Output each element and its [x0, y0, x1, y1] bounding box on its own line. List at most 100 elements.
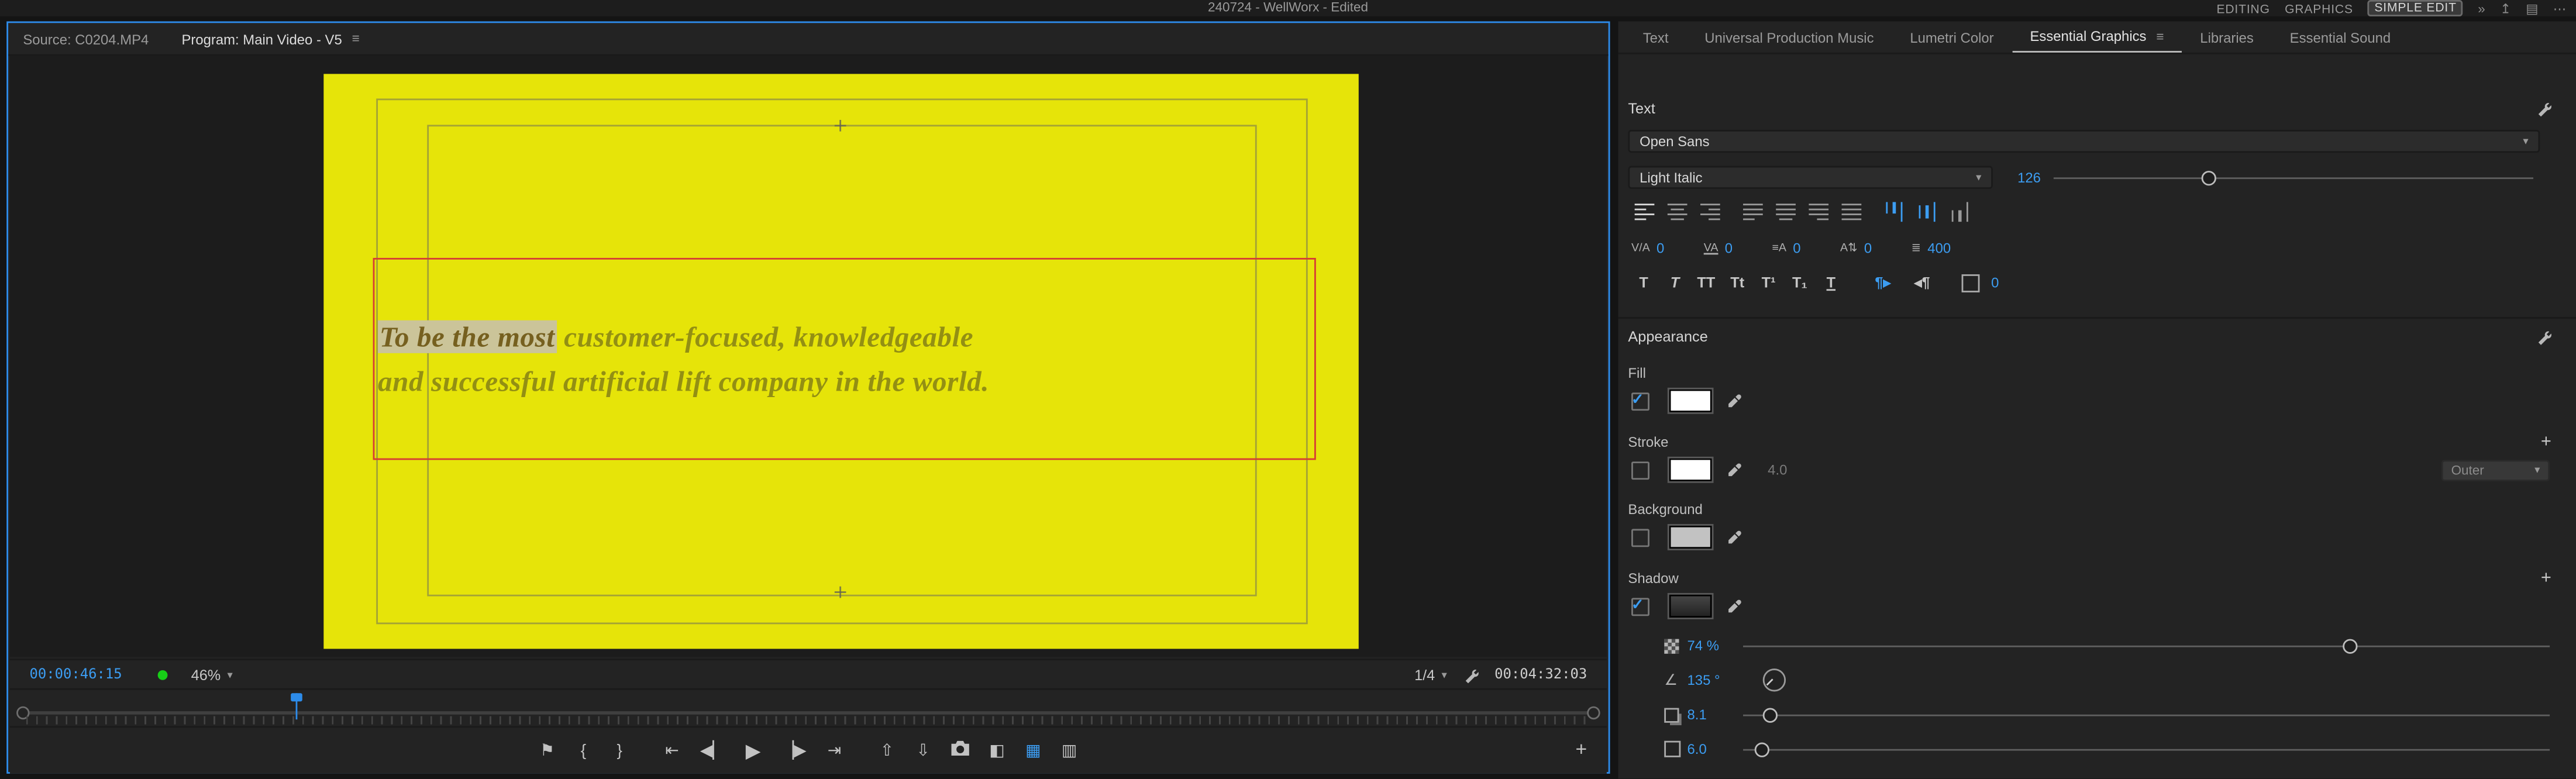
shadow-checkbox[interactable] [1631, 595, 1649, 615]
comparison-view-button[interactable]: ◧ [989, 742, 1005, 760]
shadow-opacity-value[interactable]: 74 % [1688, 637, 1743, 654]
font-weight-value[interactable]: 400 [1927, 240, 1951, 256]
background-checkbox[interactable] [1631, 528, 1649, 546]
selected-text[interactable]: To be the most [378, 320, 557, 353]
baseline-shift-value[interactable]: 0 [1864, 240, 1872, 256]
play-button[interactable]: ▶ [745, 739, 762, 762]
font-size-slider[interactable] [2053, 166, 2534, 189]
font-size-slider-handle[interactable] [2202, 171, 2217, 186]
tracking-control[interactable]: VA 0 [1704, 240, 1733, 256]
kerning-value[interactable]: 0 [1657, 240, 1664, 256]
valign-bottom-icon[interactable] [1951, 202, 1968, 222]
align-left-icon[interactable] [1634, 204, 1655, 220]
video-text[interactable]: To be the most customer-focused, knowled… [378, 315, 989, 404]
workspace-graphics[interactable]: GRAPHICS [2285, 1, 2353, 15]
justify-all-icon[interactable] [1841, 204, 1862, 220]
more-icon[interactable]: ⋯ [2553, 1, 2566, 15]
baseline-shift-control[interactable]: A⇅ 0 [1840, 240, 1872, 256]
zoom-scrollbar[interactable] [26, 711, 1590, 715]
step-back-button[interactable]: ◀▏ [700, 742, 725, 760]
extract-button[interactable]: ⇩ [915, 742, 931, 760]
justify-last-center-icon[interactable] [1776, 204, 1796, 220]
faux-italic-button[interactable]: T [1662, 274, 1687, 291]
add-shadow-button[interactable]: + [2541, 568, 2551, 588]
stroke-type-dropdown[interactable]: Outer ▾ [2441, 459, 2550, 481]
button-editor-button[interactable]: + [1575, 737, 1587, 760]
shadow-size-slider-handle[interactable] [1754, 742, 1769, 757]
panel-menu-icon[interactable]: ≡ [2156, 29, 2164, 43]
lift-button[interactable]: ⇧ [879, 742, 895, 760]
shadow-color-swatch[interactable] [1667, 592, 1714, 619]
appearance-settings-wrench-icon[interactable] [2537, 329, 2551, 344]
workspace-editing[interactable]: EDITING [2216, 1, 2270, 15]
tab-program-monitor[interactable]: Program: Main Video - V5 ≡ [181, 30, 359, 47]
underline-button[interactable]: T [1819, 274, 1843, 291]
step-forward-button[interactable]: ▕▶ [781, 742, 807, 760]
add-marker-button[interactable]: ⚑ [539, 742, 556, 760]
tab-libraries[interactable]: Libraries [2182, 22, 2271, 53]
font-size-value[interactable]: 126 [2017, 169, 2054, 185]
leading-control[interactable]: ≡A 0 [1772, 240, 1800, 256]
shadow-distance-slider[interactable] [1743, 703, 2550, 726]
text-direction-rtl-icon[interactable]: ◂¶ [1906, 274, 1938, 292]
mark-in-button[interactable]: { [575, 742, 591, 760]
tab-source-monitor[interactable]: Source: C0204.MP4 [23, 30, 149, 47]
add-stroke-button[interactable]: + [2541, 432, 2551, 452]
tsume-value[interactable]: 0 [1991, 274, 1999, 291]
shadow-angle-value[interactable]: 135 ° [1688, 672, 1743, 688]
align-center-icon[interactable] [1667, 204, 1688, 220]
faux-bold-button[interactable]: T [1631, 274, 1656, 291]
all-caps-button[interactable]: TT [1694, 274, 1719, 291]
shadow-size-slider[interactable] [1743, 737, 2550, 760]
shadow-distance-slider-handle[interactable] [1762, 708, 1778, 723]
stroke-eyedropper-icon[interactable] [1727, 463, 1741, 477]
panel-menu-icon[interactable]: ≡ [352, 31, 360, 46]
zoom-level-dropdown[interactable]: 46% ▾ [191, 667, 233, 683]
small-caps-button[interactable]: Tt [1725, 274, 1750, 291]
shadow-eyedropper-icon[interactable] [1727, 599, 1741, 613]
workspace-overflow-icon[interactable]: » [2478, 1, 2485, 15]
stroke-color-swatch[interactable] [1667, 456, 1714, 483]
fill-checkbox[interactable] [1631, 390, 1649, 410]
multi-view-button[interactable]: ▥ [1061, 742, 1077, 760]
playback-resolution-dropdown[interactable]: 1/4 ▾ [1414, 667, 1447, 683]
superscript-button[interactable]: T¹ [1757, 274, 1781, 291]
quick-export-icon[interactable]: ↥ [2500, 1, 2511, 15]
transparency-grid-button[interactable]: ▦ [1025, 742, 1041, 760]
shadow-opacity-slider[interactable] [1743, 634, 2550, 657]
monitor-settings-wrench-icon[interactable] [1463, 668, 1478, 683]
text-settings-wrench-icon[interactable] [2537, 101, 2551, 116]
justify-last-left-icon[interactable] [1743, 204, 1763, 220]
background-eyedropper-icon[interactable] [1727, 530, 1741, 544]
font-weight-control[interactable]: ≣ 400 [1912, 240, 1951, 256]
kerning-control[interactable]: V/A 0 [1631, 240, 1664, 256]
shadow-opacity-slider-handle[interactable] [2343, 639, 2358, 654]
tab-lumetri-color[interactable]: Lumetri Color [1892, 22, 2012, 53]
shadow-distance-value[interactable]: 8.1 [1688, 706, 1743, 723]
valign-top-icon[interactable] [1886, 202, 1903, 222]
tsume-icon[interactable] [1961, 273, 1980, 292]
tab-essential-graphics[interactable]: Essential Graphics ≡ [2012, 22, 2182, 53]
export-frame-button[interactable] [951, 740, 969, 761]
workspace-simple-edit[interactable]: SIMPLE EDIT [2368, 0, 2464, 17]
justify-last-right-icon[interactable] [1809, 204, 1829, 220]
mark-out-button[interactable]: } [611, 742, 628, 760]
valign-center-icon[interactable] [1919, 202, 1936, 222]
tracking-value[interactable]: 0 [1725, 240, 1733, 256]
tab-essential-sound[interactable]: Essential Sound [2272, 22, 2409, 53]
workspaces-icon[interactable]: ▤ [2526, 1, 2538, 15]
timeline-scrubber[interactable] [9, 688, 1607, 728]
leading-value[interactable]: 0 [1793, 240, 1800, 256]
font-style-dropdown[interactable]: Light Italic ▾ [1628, 166, 1993, 189]
text-direction-ltr-icon[interactable]: ¶▸ [1866, 274, 1899, 292]
subscript-button[interactable]: T₁ [1788, 274, 1812, 291]
go-to-in-button[interactable]: ⇤ [664, 742, 680, 760]
font-family-dropdown[interactable]: Open Sans ▾ [1628, 129, 2540, 153]
fill-eyedropper-icon[interactable] [1727, 394, 1741, 408]
playhead-handle[interactable] [291, 693, 302, 702]
background-color-swatch[interactable] [1667, 523, 1714, 550]
stroke-checkbox[interactable] [1631, 460, 1649, 479]
tab-text[interactable]: Text [1625, 22, 1687, 53]
video-frame[interactable]: To be the most customer-focused, knowled… [323, 74, 1359, 649]
stroke-width-value[interactable]: 4.0 [1768, 461, 1787, 478]
